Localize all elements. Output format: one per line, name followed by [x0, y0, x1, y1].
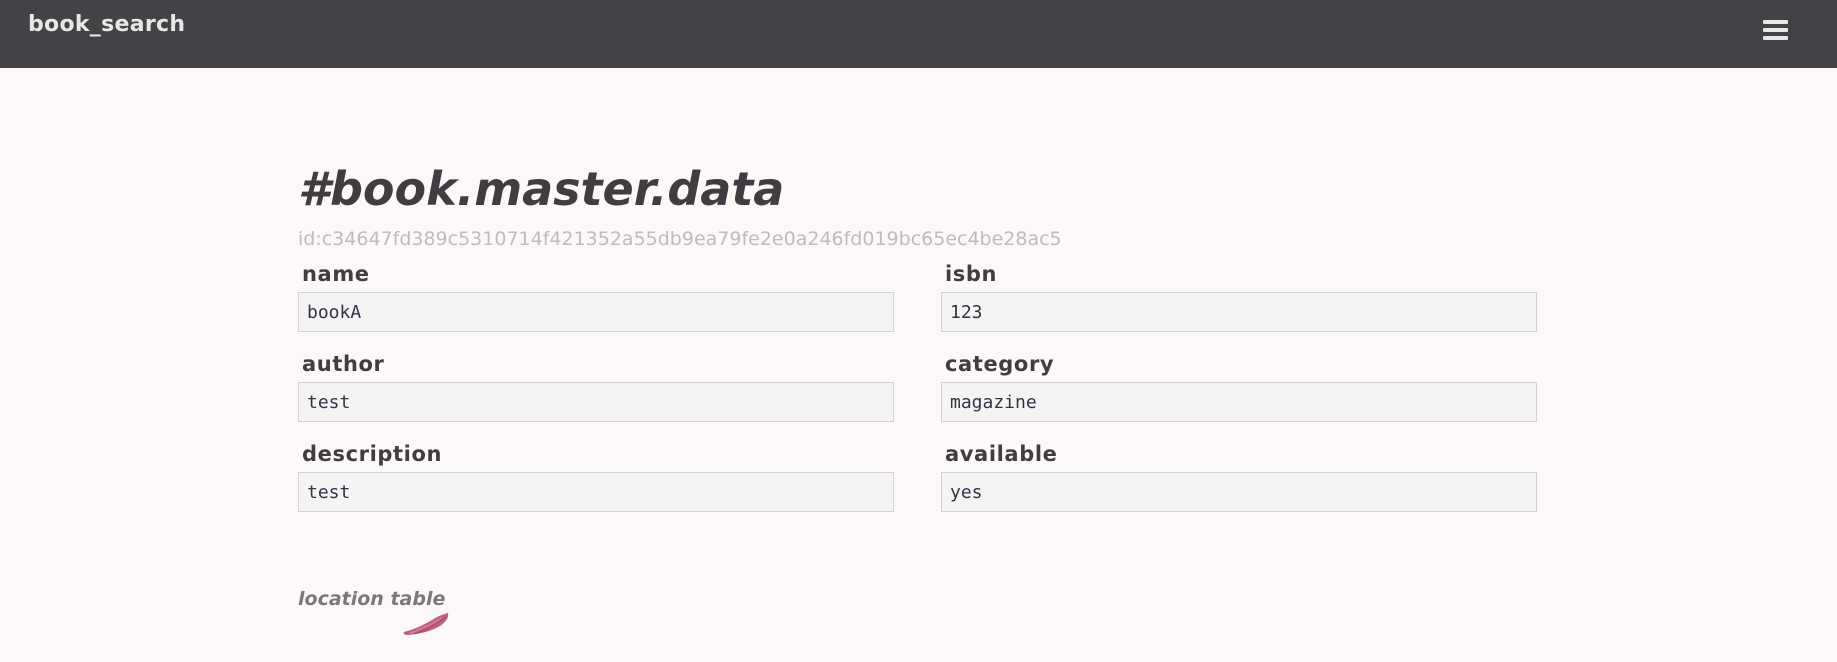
menu-bar-line	[1763, 28, 1788, 32]
field-label: isbn	[945, 262, 998, 286]
name-input[interactable]	[298, 292, 894, 332]
menu-bar-line	[1763, 20, 1788, 24]
top-navbar: book_search	[0, 0, 1837, 68]
record-id: id:c34647fd389c5310714f421352a55db9ea79f…	[298, 228, 1062, 250]
category-input[interactable]	[941, 382, 1537, 422]
hamburger-menu-icon[interactable]	[1760, 18, 1790, 44]
field-label: description	[302, 442, 443, 466]
field-label: author	[302, 352, 385, 376]
location-table-link[interactable]: location table	[298, 588, 445, 610]
description-input[interactable]	[298, 472, 894, 512]
field-label: category	[945, 352, 1055, 376]
app-title[interactable]: book_search	[28, 12, 185, 37]
isbn-input[interactable]	[941, 292, 1537, 332]
field-label: name	[302, 262, 370, 286]
field-label: available	[945, 442, 1058, 466]
brush-stroke-icon	[403, 613, 449, 635]
menu-bar-line	[1763, 36, 1788, 40]
page-title: #book.master.data	[298, 162, 785, 216]
available-input[interactable]	[941, 472, 1537, 512]
author-input[interactable]	[298, 382, 894, 422]
